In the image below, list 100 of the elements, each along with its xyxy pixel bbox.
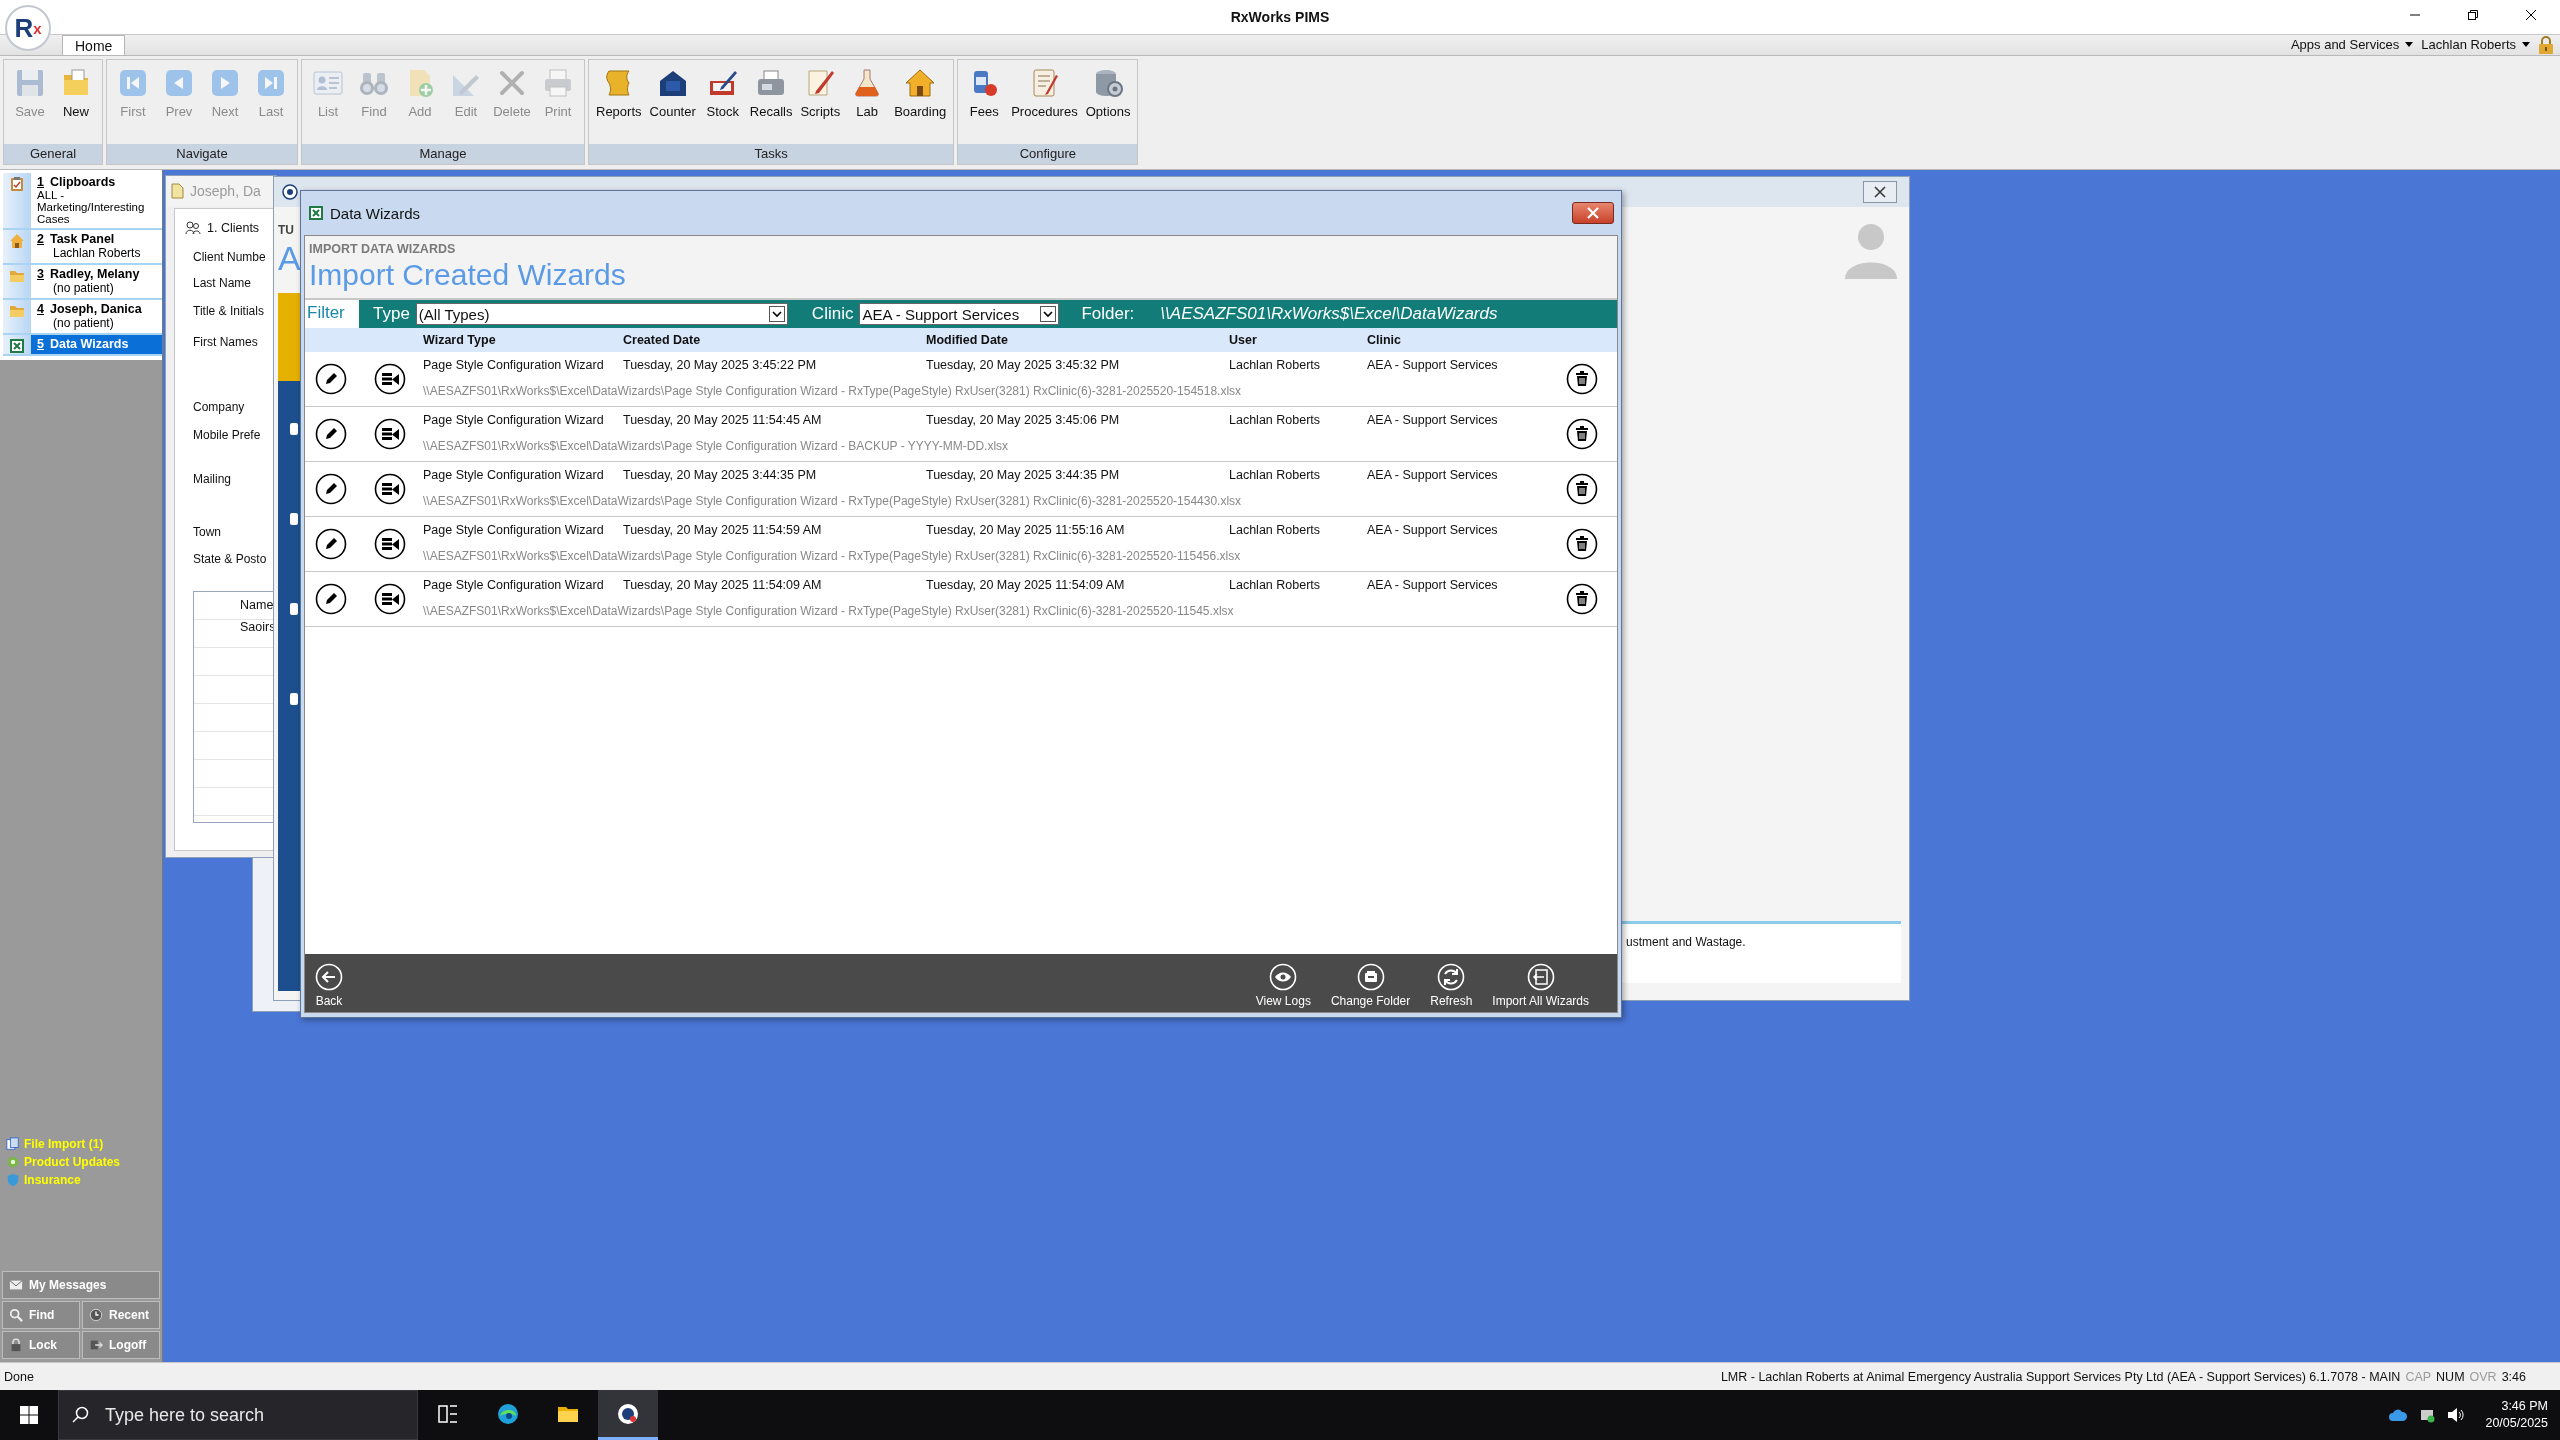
volume-icon[interactable] [2447,1407,2466,1423]
column-header: User [1229,333,1258,347]
column-header: Wizard Type [423,333,497,347]
trash-icon[interactable] [1566,583,1598,615]
skip-forward-icon [255,67,287,99]
lock-icon [9,1338,23,1352]
ribbon-tab[interactable]: Home [62,35,126,55]
pencil-icon[interactable] [315,418,347,450]
sidebar-item[interactable]: 2 Task Panel Lachlan Roberts [3,230,162,265]
table-cell-text: Page Style Configuration Wizard [423,357,605,372]
lab-button[interactable]: Lab [844,62,891,119]
documents-icon [6,1137,20,1151]
caret-icon [1040,306,1057,322]
app-icon[interactable] [616,1401,640,1426]
table-cell-text: AEA - Support Services [1367,522,1499,537]
pencil-icon[interactable] [315,473,347,505]
trash-icon[interactable] [1566,528,1598,560]
table-cell-text: Tuesday, 20 May 2025 11:54:09 AM [623,577,823,592]
counter-button[interactable]: Counter [645,62,700,119]
filter-label: Filter [306,302,346,324]
scripts-button[interactable]: Scripts [796,62,845,119]
printer-icon [542,67,574,99]
search-field[interactable]: Type here to search [58,1390,418,1440]
people-icon [185,221,201,235]
back-button[interactable]: Back [309,963,349,1008]
table-cell-text: Tuesday, 20 May 2025 11:55:16 AM [926,522,1126,537]
dropdown-field[interactable]: (All Types) [415,303,788,325]
dialog-title: Data Wizards [330,204,421,222]
arrow-right-icon [209,67,241,99]
dropdown-field[interactable]: AEA - Support Services [859,303,1060,325]
import-icon [1526,963,1555,991]
field-label: Town [193,524,222,540]
filter-label: Clinic [811,304,854,324]
section-label: TU [278,223,294,237]
sidebar-item[interactable]: 3 Radley, Melany (no patient) [3,265,162,300]
tray-icon [1356,963,1385,991]
form-tab[interactable]: 1. Clients [185,221,275,235]
dropdown-menu[interactable]: Lachlan Roberts [2421,37,2530,52]
refresh-button[interactable]: Refresh [1424,963,1479,1008]
device-icon[interactable] [2419,1407,2436,1423]
table-cell-text: Tuesday, 20 May 2025 3:45:32 PM [926,357,1121,372]
status-time: 3:46 [2501,1369,2526,1384]
cloud-icon[interactable] [2389,1408,2408,1422]
field-label: Mailing [193,471,232,487]
key-indicator: OVR [2469,1369,2497,1384]
table-cell-text: Tuesday, 20 May 2025 3:45:06 PM [926,412,1121,427]
lock-icon[interactable] [2538,35,2554,54]
close-button[interactable] [1863,181,1897,203]
close-icon[interactable] [2525,9,2537,21]
filter-label: Type [373,304,410,324]
document-icon [170,183,184,199]
table-cell-text: Lachlan Roberts [1229,577,1322,592]
pencil-icon[interactable] [315,528,347,560]
column-header: Created Date [623,333,702,347]
options-button[interactable]: Options [1081,62,1135,119]
table-cell-text: AEA - Support Services [1367,577,1499,592]
caret-icon [768,306,785,322]
fees-button[interactable]: Fees [961,62,1008,119]
file-path: \\AESAZFS01\RxWorks$\Excel\DataWizards\Page Style Configuration Wizard - BACKUP - YYYY-MM-DD.xlsx [423,439,1010,453]
trash-icon[interactable] [1566,418,1598,450]
stock-button[interactable]: Stock [699,62,746,119]
import-all-button[interactable]: Import All Wizards [1486,963,1595,1008]
column-header: Clinic [1367,333,1403,347]
trash-icon[interactable] [1566,363,1598,395]
boarding-button[interactable]: Boarding [890,62,951,119]
restore-icon[interactable] [2467,9,2479,21]
trash-icon[interactable] [1566,473,1598,505]
view-logs-button[interactable]: View Logs [1249,963,1317,1008]
close-button[interactable] [1572,202,1614,224]
browser-icon[interactable] [496,1401,520,1426]
house-icon [904,67,937,99]
caret-icon [2522,42,2530,47]
windows-icon[interactable] [20,1406,38,1424]
shield-icon [6,1173,20,1187]
dropdown-menu[interactable]: Apps and Services [2290,37,2414,52]
section-label: IMPORT DATA WIZARDS [309,242,457,256]
folder-icon [9,303,25,319]
clock-icon [89,1308,103,1322]
group-label: Navigate [107,144,297,164]
table-cell-text: Tuesday, 20 May 2025 11:54:45 AM [623,412,823,427]
envelope-icon [9,1278,23,1292]
table-cell-text: Lachlan Roberts [1229,412,1322,427]
sidebar-item[interactable]: 1 Clipboards ALL - Marketing/Interesting Cases [3,173,162,230]
filter-label: Folder: [1081,304,1135,324]
recalls-button[interactable]: Recalls [745,62,797,119]
spreadsheet-icon [308,205,324,221]
table-cell-text: Tuesday, 20 May 2025 3:44:35 PM [623,467,818,482]
close-icon [1874,186,1886,198]
active-app-tab[interactable] [598,1390,658,1440]
pencil-icon[interactable] [315,363,347,395]
table-cell-text: Page Style Configuration Wizard [423,412,605,427]
search-icon [9,1308,23,1322]
change-folder-button[interactable]: Change Folder [1324,963,1417,1008]
table-cell-text: Tuesday, 20 May 2025 3:45:22 PM [623,357,818,372]
arrow-left-icon [315,963,343,991]
new-button[interactable]: New [53,62,99,119]
refresh-icon [1437,963,1466,991]
reports-button[interactable]: Reports [592,62,646,119]
procedures-button[interactable]: Procedures [1007,62,1082,119]
pencil-icon[interactable] [315,583,347,615]
